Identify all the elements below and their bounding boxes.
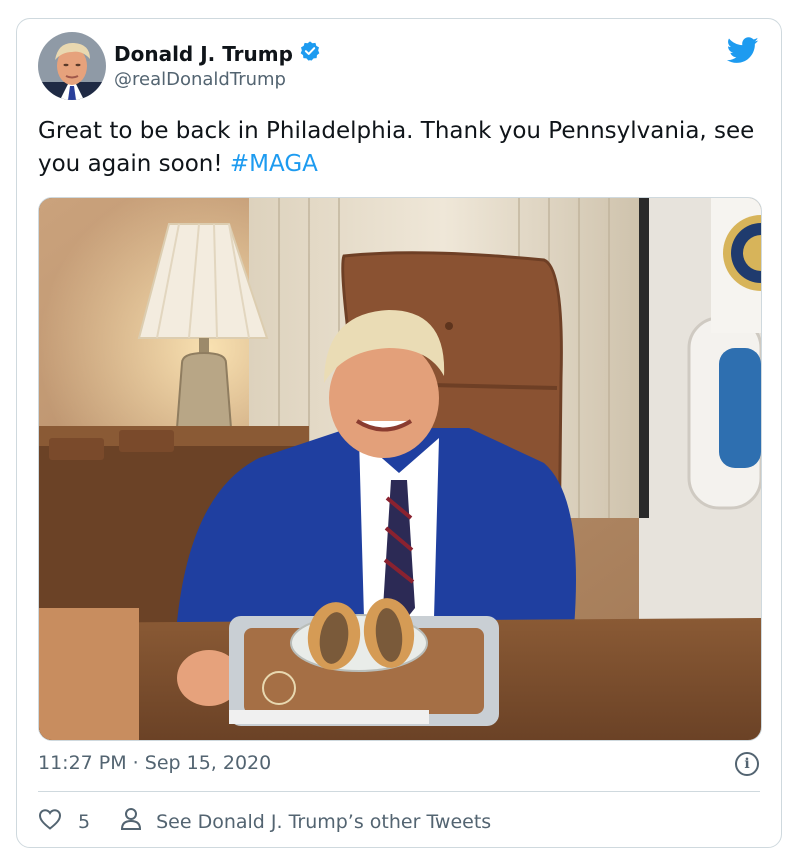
tweet-photo[interactable] (38, 197, 762, 741)
divider (38, 791, 760, 792)
twitter-bird-icon[interactable] (726, 37, 759, 68)
see-other-tweets-link[interactable]: See Donald J. Trump’s other Tweets (120, 807, 491, 836)
tweet-actions: 5 See Donald J. Trump’s other Tweets (38, 807, 491, 836)
heart-icon (38, 808, 62, 835)
tweet-body: Great to be back in Philadelphia. Thank … (38, 118, 755, 177)
tweet-card: Donald J. Trump @realDonaldTrump Great t… (16, 18, 782, 848)
like-count: 5 (78, 810, 91, 833)
avatar[interactable] (38, 32, 106, 100)
author-handle[interactable]: @realDonaldTrump (114, 69, 286, 90)
hashtag-link[interactable]: #MAGA (230, 151, 318, 177)
author-name-text: Donald J. Trump (114, 41, 293, 66)
tweet-text: Great to be back in Philadelphia. Thank … (38, 115, 758, 181)
see-other-tweets-label: See Donald J. Trump’s other Tweets (156, 810, 492, 833)
verified-badge-icon (299, 40, 321, 67)
like-button[interactable]: 5 (38, 808, 90, 835)
tweet-timestamp[interactable]: 11:27 PM · Sep 15, 2020 (38, 752, 271, 774)
author-name[interactable]: Donald J. Trump (114, 40, 321, 67)
info-icon[interactable]: i (735, 752, 759, 776)
person-icon (120, 807, 142, 836)
